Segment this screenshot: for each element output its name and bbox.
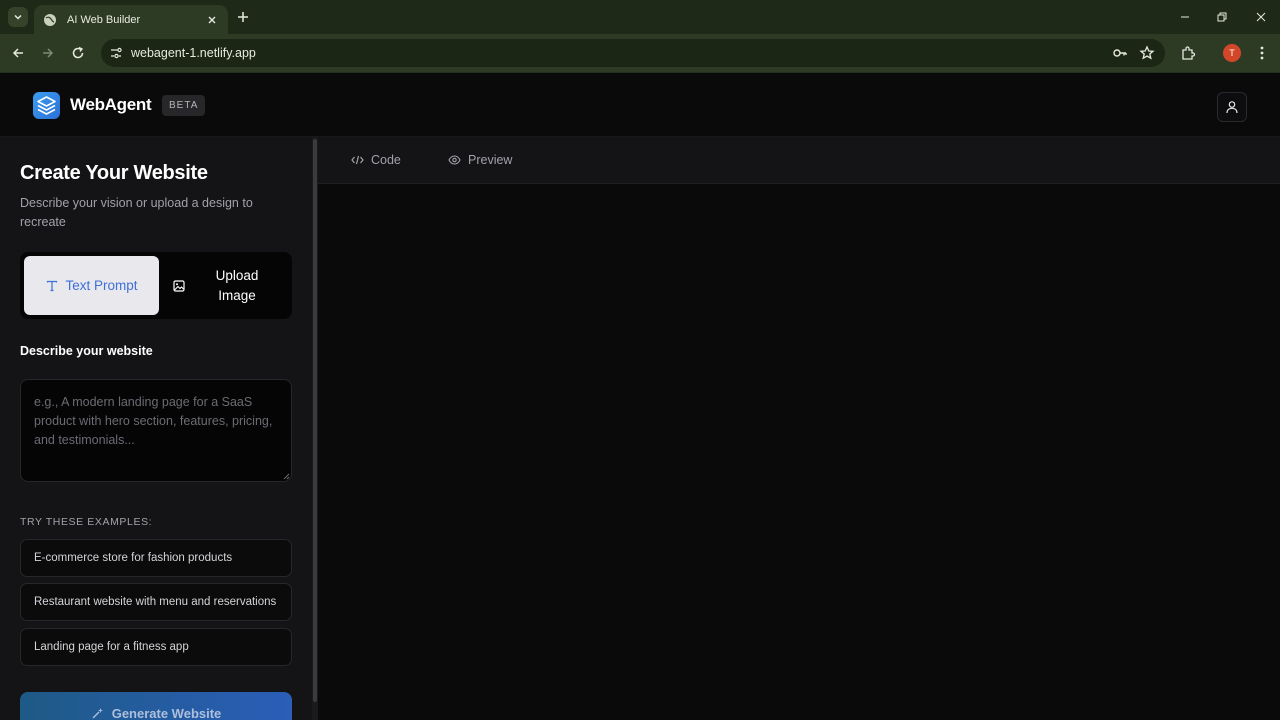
- minimize-button[interactable]: [1176, 8, 1194, 26]
- forward-button[interactable]: [38, 43, 58, 63]
- close-window-button[interactable]: [1252, 8, 1270, 26]
- arrow-right-icon: [43, 48, 54, 58]
- image-icon: [172, 279, 186, 293]
- restore-button[interactable]: [1213, 8, 1231, 26]
- browser-tab-title: AI Web Builder: [67, 13, 141, 26]
- tab-search-button[interactable]: [8, 7, 28, 27]
- input-mode-toggle: Text Prompt Upload Image: [20, 252, 292, 319]
- profile-avatar[interactable]: T: [1223, 44, 1241, 62]
- resize-handle-icon[interactable]: [283, 473, 290, 480]
- more-vertical-icon: [1260, 46, 1264, 60]
- reload-icon: [72, 46, 84, 59]
- example-button[interactable]: Landing page for a fitness app: [20, 628, 292, 666]
- back-button[interactable]: [8, 43, 28, 63]
- tab-code-label: Code: [371, 153, 401, 167]
- minimize-icon: [1181, 16, 1189, 18]
- sparkles-icon: [91, 706, 105, 720]
- text-prompt-tab[interactable]: Text Prompt: [24, 256, 159, 315]
- puzzle-icon: [1182, 46, 1196, 60]
- code-icon: [350, 153, 364, 167]
- plus-icon: [238, 12, 248, 22]
- tab-preview[interactable]: Preview: [447, 151, 512, 169]
- browser-tab-bar: AI Web Builder: [0, 0, 1280, 34]
- create-panel: Create Your Website Describe your vision…: [0, 137, 312, 720]
- arrow-left-icon: [12, 48, 23, 58]
- key-icon[interactable]: [1111, 44, 1129, 62]
- output-tabs: Code Preview: [318, 137, 1280, 184]
- star-icon[interactable]: [1138, 44, 1156, 62]
- examples-label: TRY THESE EXAMPLES:: [20, 516, 153, 528]
- address-bar[interactable]: webagent-1.netlify.app: [101, 39, 1165, 67]
- url-text[interactable]: webagent-1.netlify.app: [131, 46, 1111, 60]
- browser-toolbar: webagent-1.netlify.app T: [0, 34, 1280, 72]
- browser-tab-active[interactable]: AI Web Builder: [34, 5, 228, 34]
- reload-button[interactable]: [68, 43, 88, 63]
- example-label: Restaurant website with menu and reserva…: [34, 596, 277, 608]
- brand-name[interactable]: WebAgent: [70, 95, 152, 115]
- generate-website-button[interactable]: Generate Website: [20, 692, 292, 720]
- user-account-button[interactable]: [1217, 92, 1247, 122]
- output-area: Code Preview: [318, 137, 1280, 720]
- close-icon: [1256, 12, 1266, 22]
- layers-logo-icon[interactable]: [33, 92, 60, 119]
- example-label: E-commerce store for fashion products: [34, 552, 233, 564]
- tab-preview-label: Preview: [468, 153, 513, 167]
- example-button[interactable]: Restaurant website with menu and reserva…: [20, 583, 292, 621]
- upload-image-label: Upload Image: [215, 267, 259, 303]
- app-header: WebAgent BETA: [0, 72, 1280, 137]
- describe-label: Describe your website: [20, 344, 153, 358]
- text-prompt-label: Text Prompt: [65, 278, 138, 293]
- new-tab-button[interactable]: [234, 8, 252, 26]
- extensions-button[interactable]: [1178, 43, 1198, 63]
- close-icon[interactable]: [204, 12, 220, 28]
- panel-title: Create Your Website: [20, 162, 208, 184]
- browser-menu-button[interactable]: [1252, 43, 1272, 63]
- website-description-input[interactable]: [20, 379, 292, 482]
- beta-badge: BETA: [162, 95, 206, 116]
- globe-icon: [42, 12, 58, 28]
- panel-subtitle: Describe your vision or upload a design …: [20, 196, 253, 229]
- example-label: Landing page for a fitness app: [34, 641, 189, 653]
- site-settings-icon[interactable]: [108, 45, 124, 61]
- tab-code[interactable]: Code: [350, 151, 401, 169]
- text-type-icon: [45, 279, 59, 293]
- scrollbar-thumb[interactable]: [313, 139, 317, 702]
- chevron-down-icon: [14, 14, 22, 20]
- user-icon: [1226, 101, 1238, 114]
- restore-icon: [1217, 12, 1227, 22]
- upload-image-tab[interactable]: Upload Image: [163, 256, 288, 315]
- eye-icon: [447, 153, 461, 167]
- generate-website-label: Generate Website: [111, 706, 222, 720]
- example-button[interactable]: E-commerce store for fashion products: [20, 539, 292, 577]
